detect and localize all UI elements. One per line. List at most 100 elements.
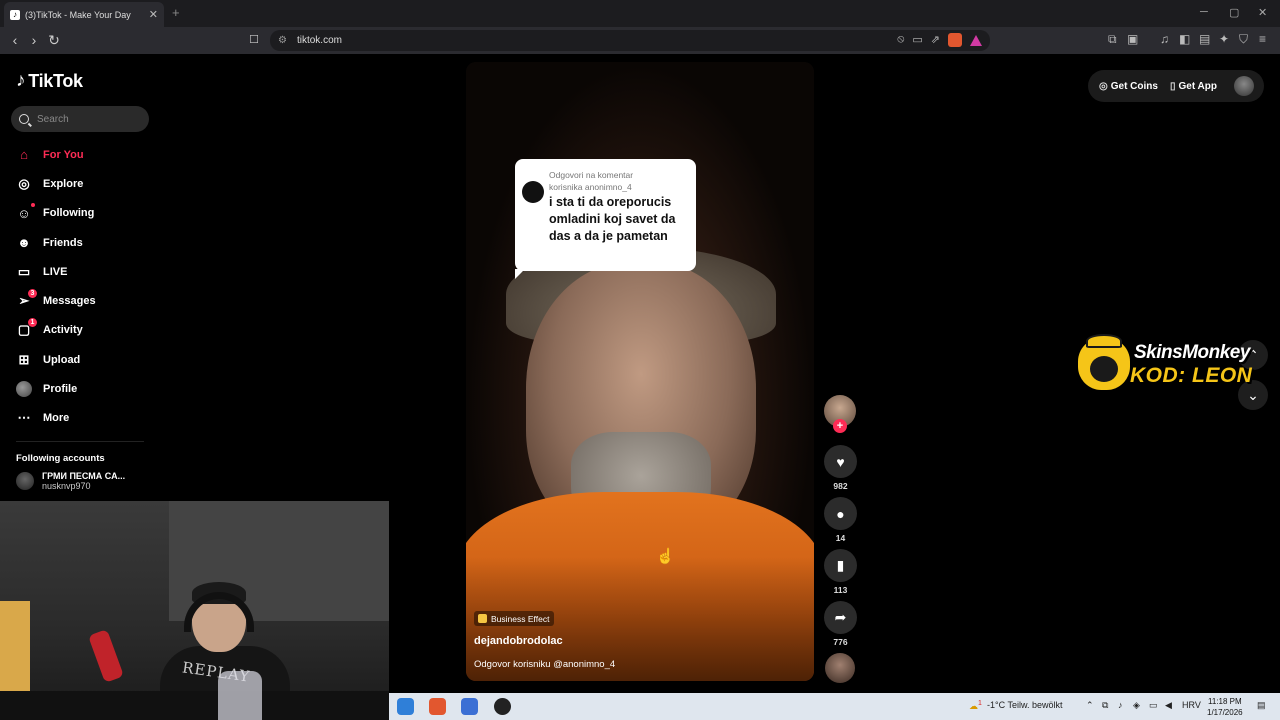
brave-shields-icon[interactable] bbox=[948, 33, 962, 47]
effect-tag[interactable]: Business Effect bbox=[474, 611, 555, 626]
language-indicator[interactable]: HRV bbox=[1182, 700, 1201, 710]
reply-label-line1: Odgovori na komentar bbox=[549, 170, 634, 180]
sidebar-item-activity[interactable]: ▢ 1 Activity bbox=[16, 316, 96, 345]
sidebar-item-following[interactable]: ☺ Following bbox=[16, 199, 96, 228]
browser-tab[interactable]: ♪ (3)TikTok - Make Your Day ✕ bbox=[4, 2, 164, 27]
save-button[interactable]: ▮ bbox=[824, 549, 857, 582]
comment-button[interactable]: ● bbox=[824, 497, 857, 530]
save-count: 113 bbox=[833, 585, 848, 595]
sponsor-name: SkinsMonkey bbox=[1134, 342, 1250, 363]
clock-time: 11:18 PM bbox=[1207, 697, 1242, 706]
music-icon[interactable]: ♫ bbox=[1160, 32, 1169, 46]
sponsor-overlay: SkinsMonkey KOD: LEON bbox=[1078, 334, 1276, 392]
tray-app-icon[interactable]: ⧉ bbox=[1102, 700, 1108, 711]
screen: ♪ (3)TikTok - Make Your Day ✕ + ─ ▢ ✕ ‹ … bbox=[0, 0, 1280, 720]
sidebar-item-explore[interactable]: ◎ Explore bbox=[16, 169, 96, 198]
like-button[interactable]: ♥ bbox=[824, 445, 857, 478]
comment-count: 14 bbox=[835, 533, 846, 543]
sidebar-item-more[interactable]: ⋯ More bbox=[16, 404, 96, 433]
activity-icon: ▢ 1 bbox=[16, 318, 37, 338]
sidebar-item-upload[interactable]: ⊞ Upload bbox=[16, 345, 96, 374]
reload-icon[interactable]: ↻ bbox=[46, 32, 62, 48]
sidebar-item-label: More bbox=[43, 412, 70, 425]
follow-plus-icon[interactable]: + bbox=[833, 419, 847, 433]
share-button[interactable]: ➦ bbox=[824, 601, 857, 634]
new-tab-button[interactable]: + bbox=[172, 5, 180, 20]
vpn-icon[interactable]: ⛉ bbox=[1239, 32, 1248, 47]
sidebar-item-messages[interactable]: ➢ 3 Messages bbox=[16, 286, 96, 315]
window-close-icon[interactable]: ✕ bbox=[1258, 6, 1267, 19]
minimize-icon[interactable]: ─ bbox=[1200, 6, 1208, 18]
brave-rewards-icon[interactable] bbox=[970, 35, 982, 46]
tray-volume-icon[interactable]: ◀ bbox=[1165, 700, 1172, 711]
brave-browser-icon[interactable] bbox=[429, 698, 446, 715]
messages-badge: 3 bbox=[28, 289, 37, 299]
extensions-icon[interactable]: ⧉ bbox=[1108, 32, 1117, 47]
cast-icon[interactable]: ▭ bbox=[912, 33, 922, 47]
tray-chevron-icon[interactable]: ⌃ bbox=[1086, 700, 1094, 711]
share-icon[interactable]: ⇗ bbox=[931, 33, 940, 47]
tray-sync-icon[interactable]: ◈ bbox=[1133, 700, 1140, 711]
obs-icon[interactable] bbox=[494, 698, 511, 715]
sidebar-item-live[interactable]: ▭ LIVE bbox=[16, 257, 96, 286]
heart-icon: ♥ bbox=[836, 453, 845, 470]
avatar[interactable] bbox=[1234, 76, 1254, 96]
tray-network-icon[interactable]: ▭ bbox=[1149, 700, 1158, 711]
bookmark-icon[interactable]: ☐ bbox=[246, 32, 262, 48]
webcam-overlay: REPLAY bbox=[0, 501, 389, 720]
weather-text[interactable]: -1°C Teilw. bewölkt bbox=[987, 700, 1062, 710]
sidebar-item-friends[interactable]: ☻ Friends bbox=[16, 228, 96, 257]
sidebar-item-for-you[interactable]: ⌂ For You bbox=[16, 140, 96, 169]
tray-mic-icon[interactable]: ♪ bbox=[1118, 700, 1123, 710]
back-icon[interactable]: ‹ bbox=[7, 32, 23, 48]
tab-close-icon[interactable]: ✕ bbox=[149, 8, 158, 21]
leo-ai-icon[interactable]: ✦ bbox=[1219, 32, 1229, 46]
sidebar-divider bbox=[16, 441, 144, 442]
effect-label: Business Effect bbox=[491, 613, 550, 624]
upload-icon: ⊞ bbox=[18, 351, 30, 367]
avatar bbox=[16, 472, 34, 490]
windows-taskbar: ☁1 -1°C Teilw. bewölkt ⌃ ⧉ ♪ ◈ ▭ ◀ HRV 1… bbox=[389, 693, 1280, 720]
video-author[interactable]: dejandobrodolac bbox=[474, 635, 563, 647]
monkey-logo-icon bbox=[1078, 334, 1130, 390]
following-account-item[interactable]: ГРМИ ПЕСМА СА... nusknvp970 bbox=[16, 471, 125, 491]
get-coins-button[interactable]: ◎ Get Coins bbox=[1099, 81, 1158, 92]
live-icon: ▭ bbox=[17, 263, 31, 279]
sidebar-toggle-icon[interactable]: ◧ bbox=[1179, 32, 1190, 46]
clock[interactable]: 11:18 PM 1/17/2026 bbox=[1207, 696, 1243, 718]
file-explorer-icon[interactable] bbox=[397, 698, 414, 715]
reply-text: i sta ti da oreporucis omladini koj save… bbox=[549, 195, 676, 243]
search-input[interactable]: Search bbox=[11, 106, 149, 132]
video-player[interactable] bbox=[466, 62, 814, 681]
account-name: ГРМИ ПЕСМА СА... bbox=[42, 471, 126, 481]
notification-dot bbox=[31, 203, 35, 208]
tiktok-logo[interactable]: ♪ TikTok bbox=[16, 70, 83, 92]
site-settings-icon[interactable]: ⚙ bbox=[278, 35, 287, 46]
messages-icon: ➢ 3 bbox=[16, 289, 37, 309]
menu-icon[interactable]: ≡ bbox=[1259, 32, 1266, 46]
search-placeholder: Search bbox=[37, 113, 69, 125]
notifications-icon[interactable]: ▤ bbox=[1257, 700, 1266, 711]
app-icon[interactable] bbox=[461, 698, 478, 715]
translate-icon[interactable]: ⦸ bbox=[897, 33, 904, 47]
browser-navbar: ‹ › ↻ ☐ ⚙ tikto​k.com ⦸ ▭ ⇗ ⧉ ▣ ♫ ◧ ▤ ✦ … bbox=[0, 27, 1280, 54]
screenshot-icon[interactable]: ▣ bbox=[1127, 32, 1138, 46]
following-accounts-title: Following accounts bbox=[16, 453, 105, 464]
video-caption[interactable]: Odgovor korisniku @anonimno_4 bbox=[474, 659, 615, 670]
get-app-button[interactable]: ▯ Get App bbox=[1170, 81, 1217, 92]
weather-icon[interactable]: ☁1 bbox=[969, 700, 982, 712]
maximize-icon[interactable]: ▢ bbox=[1229, 6, 1239, 19]
reply-label-line2: korisnika anonimno_4 bbox=[549, 182, 632, 192]
sidebar-item-profile[interactable]: Profile bbox=[16, 374, 96, 403]
reply-label: Odgovori na komentar korisnika anonimno_… bbox=[549, 169, 689, 193]
effect-icon bbox=[478, 614, 487, 623]
hand-cursor-icon: ☝ bbox=[656, 548, 675, 565]
music-disc-icon[interactable] bbox=[825, 653, 855, 683]
avatar bbox=[522, 181, 544, 203]
like-count: 982 bbox=[833, 481, 848, 491]
address-bar[interactable]: ⚙ tikto​k.com ⦸ ▭ ⇗ bbox=[270, 30, 990, 51]
wallet-icon[interactable]: ▤ bbox=[1199, 32, 1210, 46]
search-icon bbox=[19, 114, 29, 124]
profile-icon bbox=[16, 381, 32, 398]
forward-icon[interactable]: › bbox=[26, 32, 42, 48]
